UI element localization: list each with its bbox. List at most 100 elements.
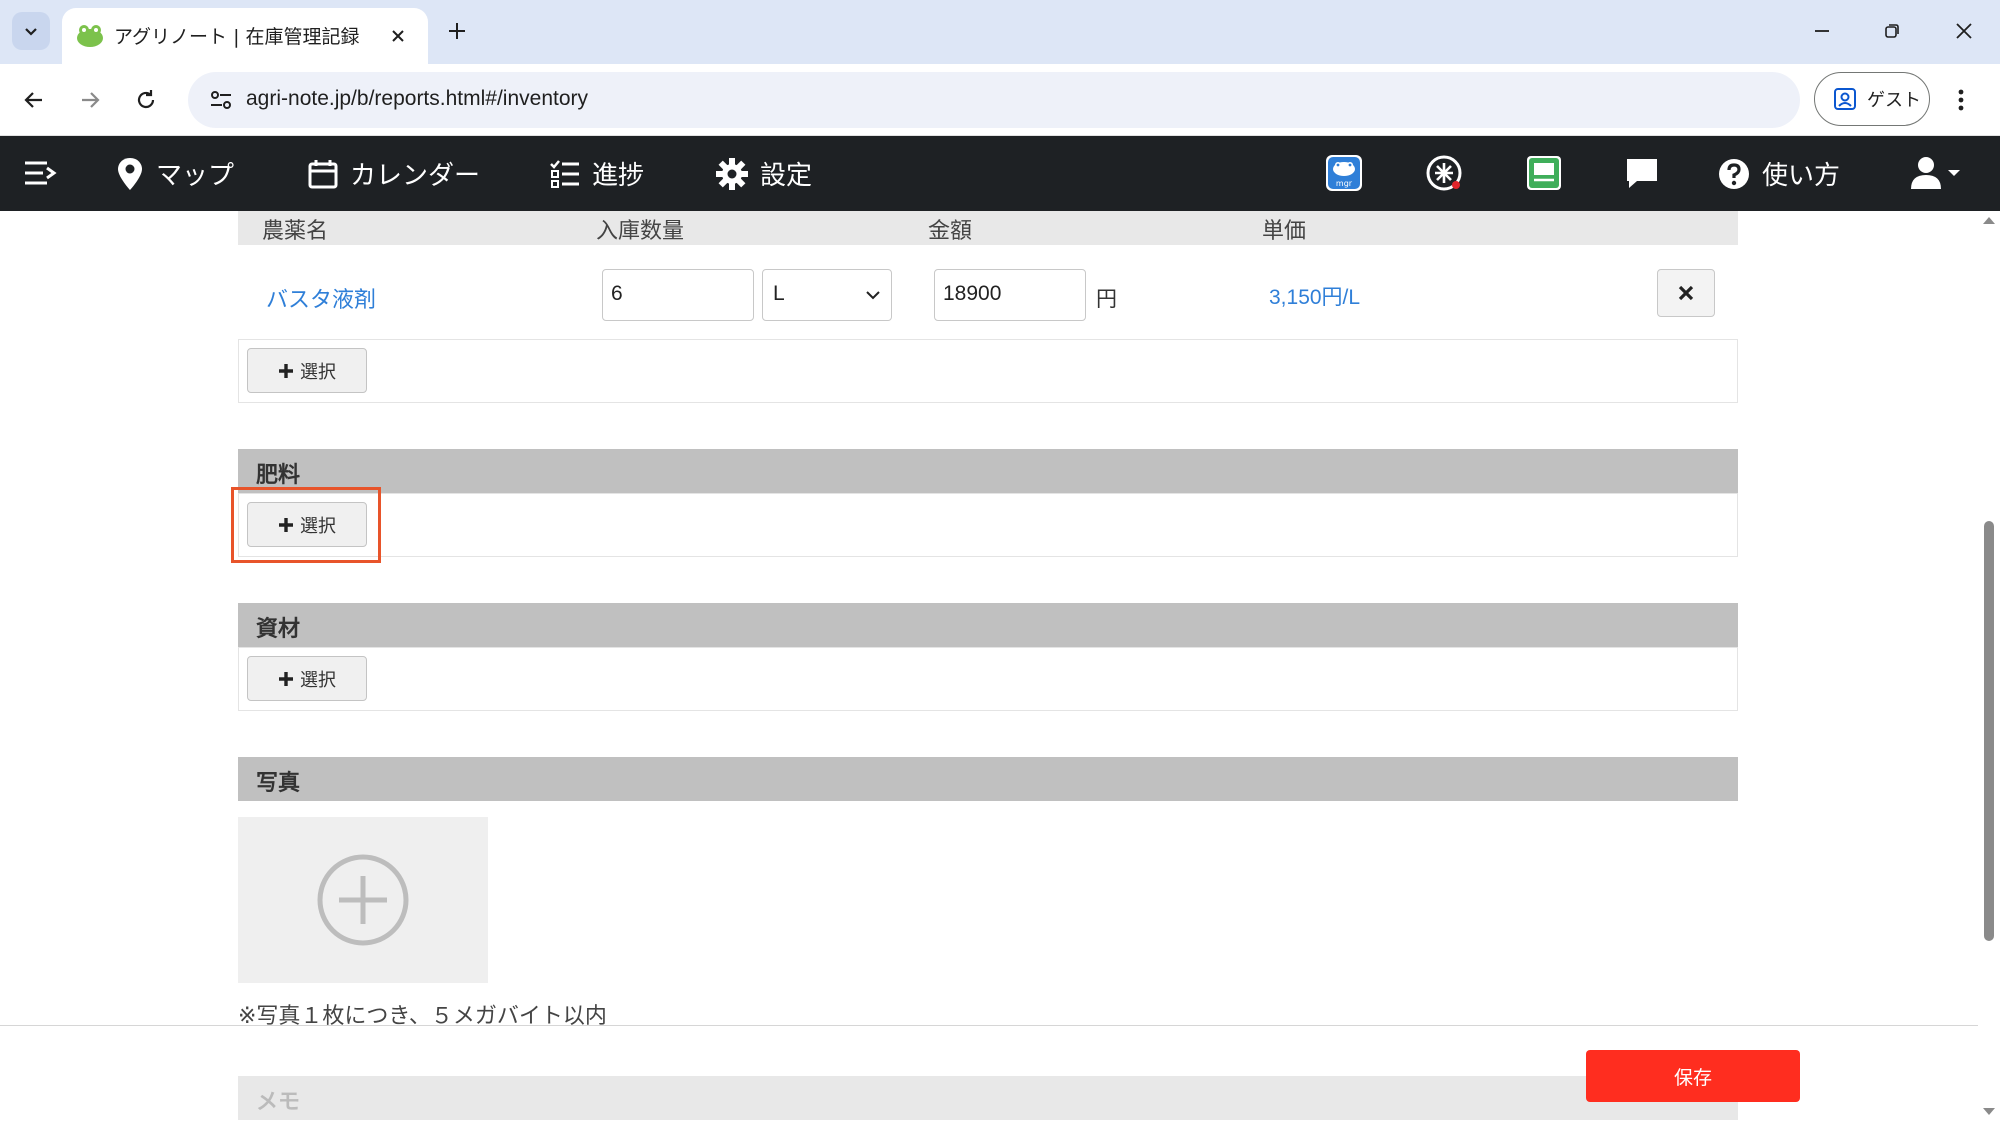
back-button[interactable] (14, 80, 54, 120)
unit-select[interactable]: L (762, 269, 892, 321)
nav-help-label: 使い方 (1762, 161, 1841, 191)
fertilizer-select-panel: 選択 (238, 493, 1738, 557)
nav-map[interactable]: マップ (116, 136, 234, 211)
fertilizer-title: 肥料 (256, 463, 301, 488)
materials-title: 資材 (256, 617, 301, 642)
arrow-left-icon (24, 92, 42, 108)
user-menu-button[interactable] (1906, 153, 1966, 193)
new-tab-button[interactable] (440, 14, 474, 48)
close-icon (1678, 285, 1694, 301)
forward-button[interactable] (70, 80, 110, 120)
task-list-icon (550, 159, 579, 188)
pesticide-name-link[interactable]: バスタ液剤 (266, 282, 376, 314)
menu-toggle-button[interactable] (20, 153, 60, 193)
map-pin-icon (118, 157, 142, 190)
site-settings-icon (211, 91, 231, 109)
scrollbar-thumb[interactable] (1984, 521, 1994, 941)
photo-title: 写真 (256, 771, 301, 796)
user-icon (1911, 157, 1960, 189)
book-icon (1527, 156, 1561, 190)
table-row: バスタ液剤 6 L 18900 円 3,150円/L (238, 245, 1738, 349)
minimize-icon (1815, 30, 1829, 32)
amount-input[interactable]: 18900 (934, 269, 1086, 321)
pesticide-select-label: 選択 (300, 361, 336, 383)
mgr-app-icon: mgr (1326, 155, 1362, 191)
materials-section-header: 資材 (238, 603, 1738, 647)
minimize-button[interactable] (1802, 14, 1842, 48)
chevron-down-icon (25, 28, 37, 36)
close-icon (1956, 23, 1972, 39)
page-scrollbar[interactable] (1978, 211, 2000, 1125)
yen-label: 円 (1096, 287, 1117, 311)
browser-menu-button[interactable] (1946, 80, 1976, 120)
mgr-app-button[interactable]: mgr (1324, 153, 1364, 193)
reload-button[interactable] (126, 80, 166, 120)
unit-price-link[interactable]: 3,150円/L (1269, 281, 1360, 311)
remove-row-button[interactable] (1657, 269, 1715, 317)
add-circle-icon (317, 854, 409, 946)
nav-settings-label: 設定 (760, 161, 813, 191)
guest-label: ゲスト (1867, 90, 1921, 111)
memo-title: メモ (256, 1090, 301, 1115)
more-vertical-icon (1958, 89, 1964, 111)
arrow-right-icon (82, 92, 100, 108)
url-text: agri-note.jp/b/reports.html#/inventory (246, 87, 588, 110)
menu-collapse-icon (25, 161, 57, 185)
tab-search-button[interactable] (12, 12, 50, 50)
calendar-icon (308, 159, 338, 188)
tab-title: アグリノート | 在庫管理記録 (114, 26, 360, 48)
browser-toolbar: agri-note.jp/b/reports.html#/inventory ゲ… (0, 64, 2000, 136)
address-bar[interactable]: agri-note.jp/b/reports.html#/inventory (188, 72, 1800, 128)
restore-icon (1885, 24, 1899, 38)
chat-bubble-icon (1627, 159, 1657, 188)
chevron-down-icon (866, 291, 880, 300)
rice-app-button[interactable] (1424, 153, 1464, 193)
nav-progress[interactable]: 進捗 (550, 136, 644, 211)
browser-tab-active[interactable]: アグリノート | 在庫管理記録 (62, 8, 428, 64)
close-window-button[interactable] (1944, 14, 1984, 48)
header-amount: 金額 (928, 219, 973, 244)
scroll-up-arrow-icon[interactable] (1982, 215, 1996, 225)
materials-select-button[interactable]: 選択 (247, 656, 367, 701)
plus-icon (279, 671, 293, 686)
materials-select-panel: 選択 (238, 647, 1738, 711)
rice-badge-icon (1426, 155, 1462, 191)
highlight-box (231, 487, 381, 563)
plus-icon (449, 23, 465, 39)
pesticide-select-panel: 選択 (238, 339, 1738, 403)
header-pesticide-name: 農薬名 (262, 219, 329, 244)
quantity-input[interactable]: 6 (602, 269, 754, 321)
fertilizer-section-header: 肥料 (238, 449, 1738, 493)
tab-close-button[interactable] (384, 22, 412, 50)
scroll-down-arrow-icon[interactable] (1982, 1107, 1996, 1117)
materials-select-label: 選択 (300, 669, 336, 691)
photo-section-header: 写真 (238, 757, 1738, 801)
mgr-label: mgr (1336, 179, 1353, 188)
frog-logo-icon (77, 25, 103, 47)
add-photo-button[interactable] (238, 817, 488, 983)
close-icon (392, 30, 404, 42)
nav-map-label: マップ (156, 161, 235, 191)
restore-button[interactable] (1872, 14, 1912, 48)
browser-tabstrip: アグリノート | 在庫管理記録 (0, 0, 2000, 64)
guest-profile-icon (1834, 88, 1856, 110)
book-app-button[interactable] (1524, 153, 1564, 193)
pesticide-select-button[interactable]: 選択 (247, 348, 367, 393)
header-quantity: 入庫数量 (596, 219, 685, 244)
memo-section-header: メモ (238, 1076, 1738, 1120)
help-circle-icon (1719, 158, 1749, 189)
nav-help[interactable]: 使い方 (1718, 136, 1840, 211)
pesticide-table-header: 農薬名 入庫数量 金額 単価 (238, 211, 1738, 245)
unit-select-value: L (773, 282, 785, 305)
save-button[interactable]: 保存 (1586, 1050, 1800, 1102)
main-content: 農薬名 入庫数量 金額 単価 バスタ液剤 6 L 18900 円 3,150円/… (0, 211, 2000, 1125)
profile-guest-button[interactable]: ゲスト (1814, 72, 1930, 126)
gear-icon (716, 157, 748, 190)
nav-calendar-label: カレンダー (350, 161, 481, 191)
nav-settings[interactable]: 設定 (716, 136, 812, 211)
app-navbar: マップ カレンダー 進捗 設定 mgr 使い方 (0, 136, 2000, 211)
nav-calendar[interactable]: カレンダー (308, 136, 480, 211)
header-unit-price: 単価 (1262, 219, 1307, 244)
chat-button[interactable] (1622, 153, 1662, 193)
plus-icon (279, 363, 293, 378)
